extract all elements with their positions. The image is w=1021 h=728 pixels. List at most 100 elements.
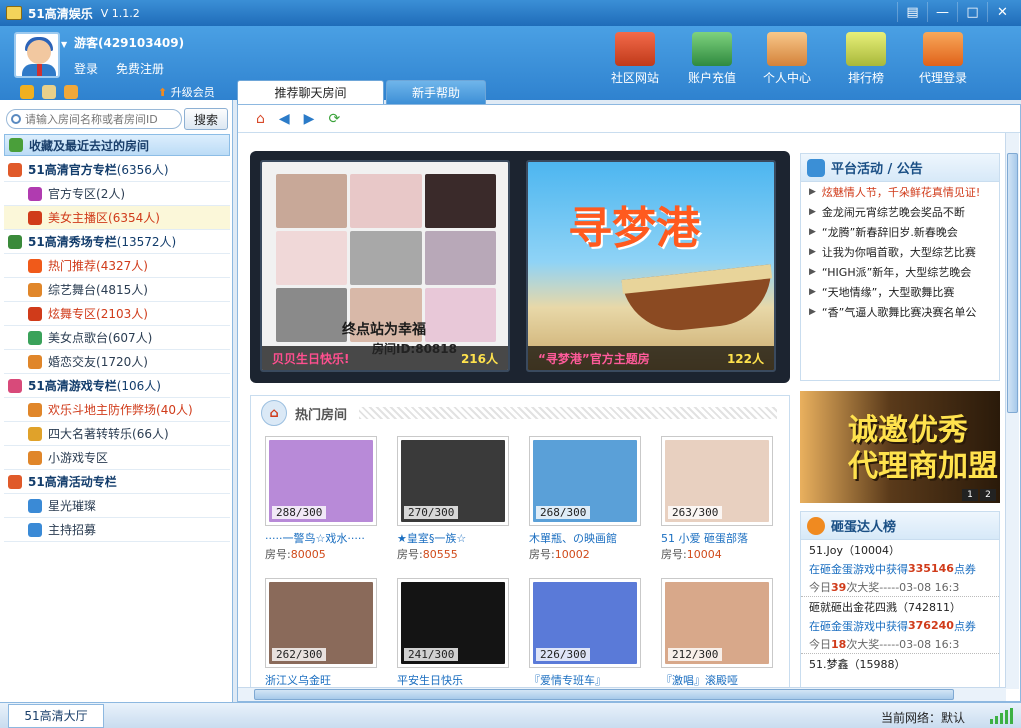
smash-amount: 39: [831, 580, 847, 594]
notice-item[interactable]: ▶ “香”气逼人歌舞比赛决赛名单公: [801, 302, 999, 322]
smash-amount: 18: [831, 637, 847, 651]
room-name[interactable]: 浙江义乌金旺: [265, 672, 379, 688]
favorites-header[interactable]: 收藏及最近去过的房间: [4, 134, 230, 156]
category-item[interactable]: 四大名著转转乐 (66人): [4, 422, 230, 446]
room-name[interactable]: ·····一警鸟☆戏水·····: [265, 530, 379, 546]
room-name[interactable]: 平安生日快乐: [397, 672, 511, 688]
forward-arrow-icon[interactable]: ▶: [304, 111, 315, 127]
category-item[interactable]: 美女主播区 (6354人): [4, 206, 230, 230]
avatar[interactable]: [14, 32, 60, 78]
category-item[interactable]: 婚恋交友 (1720人): [4, 350, 230, 374]
main-content: ⌂ ◀ ▶ ⟳ 终点站为幸福 贝贝生日快乐! 房间ID:80818 216人 寻…: [237, 104, 1021, 702]
content-tabs: 推荐聊天房间 新手帮助: [237, 80, 486, 104]
category-item[interactable]: 官方专区 (2人): [4, 182, 230, 206]
room-thumbnail[interactable]: 226/300: [529, 578, 641, 668]
scroll-thumb[interactable]: [1007, 153, 1018, 413]
category-group[interactable]: 51高清游戏专栏 (106人): [4, 374, 230, 398]
category-item[interactable]: 综艺舞台 (4815人): [4, 278, 230, 302]
room-occupancy: 241/300: [404, 648, 459, 661]
notice-item[interactable]: ▶ “龙腾”新春辞旧岁.新春晚会: [801, 222, 999, 242]
nav-recharge[interactable]: 账户充值: [677, 32, 747, 86]
category-item[interactable]: 星光璀璨: [4, 494, 230, 518]
featured-room-left[interactable]: 终点站为幸福 贝贝生日快乐! 房间ID:80818 216人: [260, 160, 510, 372]
category-item[interactable]: 热门推荐 (4327人): [4, 254, 230, 278]
home-icon[interactable]: ⌂: [256, 111, 265, 127]
search-button[interactable]: 搜索: [184, 108, 228, 130]
category-item[interactable]: 小游戏专区: [4, 446, 230, 470]
ad-page-2[interactable]: 2: [980, 489, 996, 501]
room-thumbnail[interactable]: 288/300: [265, 436, 377, 526]
search-input[interactable]: [25, 112, 175, 126]
notice-item[interactable]: ▶ 炫魅情人节，千朵鲜花真情见证!: [801, 182, 999, 202]
bullet-arrow-icon: ▶: [809, 307, 816, 317]
banner-caption: “寻梦港”官方主题房 122人: [528, 346, 774, 370]
smash-header: 砸蛋达人榜: [801, 512, 999, 540]
room-thumbnail[interactable]: 270/300: [397, 436, 509, 526]
room-card[interactable]: 288/300 ·····一警鸟☆戏水····· 房号:80005: [265, 436, 379, 566]
horizontal-scrollbar[interactable]: [238, 687, 1006, 701]
room-thumbnail[interactable]: 263/300: [661, 436, 773, 526]
nav-agent-login[interactable]: 代理登录: [908, 32, 978, 86]
minimize-icon[interactable]: —: [927, 2, 957, 22]
banner-room-title: “寻梦港”官方主题房: [538, 351, 650, 366]
room-card[interactable]: 263/300 51 小爱 砸蛋部落 房号:10004: [661, 436, 775, 566]
category-item[interactable]: 欢乐斗地主防作弊场 (40人): [4, 398, 230, 422]
room-card[interactable]: 226/300『爱情专班车』房号:: [529, 578, 643, 689]
room-name[interactable]: 51 小爱 砸蛋部落: [661, 530, 775, 546]
room-card[interactable]: 262/300浙江义乌金旺房号:: [265, 578, 379, 689]
room-category-icon: [28, 282, 42, 297]
notice-text: “龙腾”新春辞旧岁.新春晚会: [821, 226, 958, 239]
register-link[interactable]: 免费注册: [116, 60, 164, 77]
category-group[interactable]: 51高清活动专栏: [4, 470, 230, 494]
upgrade-link[interactable]: ⬆ 升级会员: [158, 84, 215, 100]
menu-icon[interactable]: ▤: [897, 2, 927, 22]
agent-ad-banner[interactable]: 诚邀优秀 代理商加盟 1 2: [800, 391, 1000, 503]
room-name[interactable]: 『爱情专班车』: [529, 672, 643, 688]
notice-item[interactable]: ▶ “天地情缘”，大型歌舞比赛: [801, 282, 999, 302]
tab-recommended-rooms[interactable]: 推荐聊天房间: [237, 80, 384, 104]
featured-room-right[interactable]: 寻梦港 “寻梦港”官方主题房 122人: [526, 160, 776, 372]
category-group[interactable]: 51高清秀场专栏 (13572人): [4, 230, 230, 254]
room-card[interactable]: 270/300 ★皇室§一族☆ 房号:80555: [397, 436, 511, 566]
room-name[interactable]: 木單瓶、の映画館: [529, 530, 643, 546]
category-item[interactable]: 主持招募: [4, 518, 230, 542]
chevron-down-icon[interactable]: ▼: [61, 40, 67, 49]
nav-community[interactable]: 社区网站: [600, 32, 670, 86]
room-number-value: 80005: [290, 548, 326, 561]
category-item[interactable]: 美女点歌台 (607人): [4, 326, 230, 350]
back-arrow-icon[interactable]: ◀: [279, 111, 290, 127]
room-thumbnail[interactable]: 241/300: [397, 578, 509, 668]
hot-rooms-title: 热门房间: [295, 407, 348, 423]
nav-personal[interactable]: 个人中心: [752, 32, 822, 86]
room-card[interactable]: 241/300平安生日快乐房号:: [397, 578, 511, 689]
refresh-icon[interactable]: ⟳: [328, 111, 340, 127]
category-group[interactable]: 51高清官方专栏 (6356人): [4, 158, 230, 182]
gear-icon[interactable]: [20, 85, 34, 99]
login-link[interactable]: 登录: [74, 60, 98, 77]
room-thumbnail[interactable]: 268/300: [529, 436, 641, 526]
category-count: (2103人): [96, 307, 148, 321]
gift-icon[interactable]: [42, 85, 56, 99]
notice-item[interactable]: ▶ 让我为你唱首歌，大型综艺比赛: [801, 242, 999, 262]
room-card[interactable]: 268/300 木單瓶、の映画館 房号:10002: [529, 436, 643, 566]
ad-line1: 诚邀优秀: [848, 413, 968, 448]
close-icon[interactable]: ✕: [987, 2, 1017, 22]
nav-ranking[interactable]: 排行榜: [831, 32, 901, 86]
notice-item[interactable]: ▶ 金龙闹元宵综艺晚会奖品不断: [801, 202, 999, 222]
vertical-scrollbar[interactable]: [1005, 133, 1019, 689]
category-count: (4815人): [96, 283, 148, 297]
ad-page-1[interactable]: 1: [962, 489, 978, 501]
room-name[interactable]: 『激唱』滚殿哑: [661, 672, 775, 688]
room-name[interactable]: ★皇室§一族☆: [397, 530, 511, 546]
scroll-thumb[interactable]: [254, 689, 954, 700]
room-thumbnail[interactable]: 212/300: [661, 578, 773, 668]
maximize-icon[interactable]: □: [957, 2, 987, 22]
room-card[interactable]: 212/300『激唱』滚殿哑房号:: [661, 578, 775, 689]
room-category-icon: [28, 330, 42, 345]
lobby-tab[interactable]: 51高清大厅: [8, 703, 104, 728]
category-item[interactable]: 炫舞专区 (2103人): [4, 302, 230, 326]
room-thumbnail[interactable]: 262/300: [265, 578, 377, 668]
bag-icon[interactable]: [64, 85, 78, 99]
tab-help[interactable]: 新手帮助: [386, 80, 486, 104]
notice-item[interactable]: ▶ “HIGH派”新年，大型综艺晚会: [801, 262, 999, 282]
